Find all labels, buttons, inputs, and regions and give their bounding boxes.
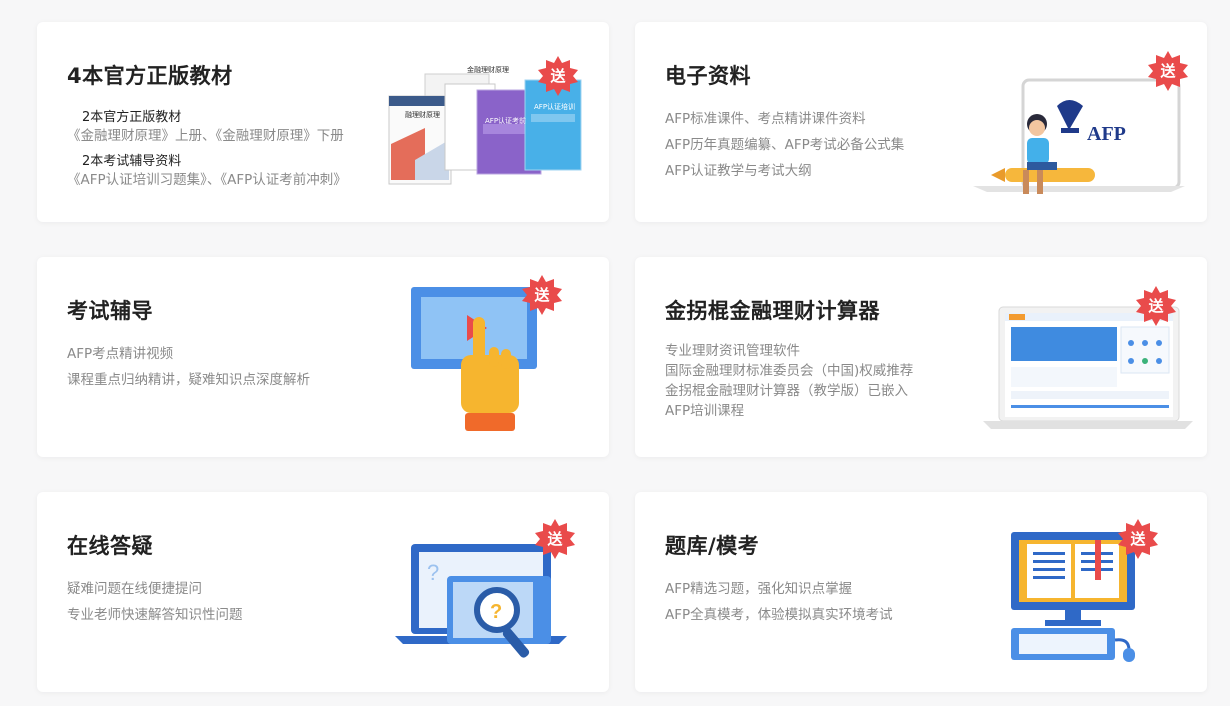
card-line: 专业理财资讯管理软件	[665, 343, 800, 359]
item-heading: 2本考试辅导资料	[82, 154, 182, 169]
book-title: 金融理财原理	[467, 66, 509, 74]
card-electronic-materials[interactable]: 电子资料 AFP标准课件、考点精讲课件资料 AFP历年真题编纂、AFP考试必备公…	[635, 22, 1207, 222]
card-lines: AFP考点精讲视频 课程重点归纳精讲，疑难知识点深度解析	[67, 341, 310, 393]
card-line: 国际金融理财标准委员会（中国)权威推荐	[665, 363, 914, 379]
card-calculator[interactable]: 金拐棍金融理财计算器 专业理财资讯管理软件 国际金融理财标准委员会（中国)权威推…	[635, 257, 1207, 457]
card-line: AFP认证教学与考试大纲	[665, 163, 812, 179]
card-line: 金拐棍金融理财计算器（教学版）已嵌入	[665, 383, 908, 399]
card-line: AFP标准课件、考点精讲课件资料	[665, 111, 866, 127]
item-text: 《金融理财原理》上册、《金融理财原理》下册	[67, 128, 344, 144]
card-line: 课程重点归纳精讲，疑难知识点深度解析	[67, 372, 310, 388]
book-title: AFP认证培训习题集	[534, 103, 576, 111]
gift-badge: 送	[1135, 285, 1177, 327]
card-lines: AFP精选习题，强化知识点掌握 AFP全真模考，体验模拟真实环境考试	[665, 576, 893, 628]
item-text: 《AFP认证培训习题集》、《AFP认证考前冲刺》	[67, 172, 347, 188]
book-title: 融理财原理	[405, 111, 440, 119]
card-line: AFP全真模考，体验模拟真实环境考试	[665, 607, 893, 623]
card-title: 在线答疑	[67, 534, 153, 558]
svg-text:?: ?	[427, 560, 439, 585]
card-line: 专业老师快速解答知识性问题	[67, 607, 243, 623]
card-textbooks[interactable]: 4本官方正版教材 2本官方正版教材 《金融理财原理》上册、《金融理财原理》下册 …	[37, 22, 609, 222]
badge-label: 送	[534, 286, 550, 304]
card-lines: 疑难问题在线便捷提问 专业老师快速解答知识性问题	[67, 576, 243, 628]
card-title: 考试辅导	[67, 299, 153, 323]
card-online-qa[interactable]: 在线答疑 疑难问题在线便捷提问 专业老师快速解答知识性问题 ? ? 送	[37, 492, 609, 692]
card-lines: AFP标准课件、考点精讲课件资料 AFP历年真题编纂、AFP考试必备公式集 AF…	[665, 106, 904, 184]
gift-badge: 送	[1147, 50, 1189, 92]
card-title: 4本官方正版教材	[67, 64, 233, 88]
card-question-bank[interactable]: 题库/模考 AFP精选习题，强化知识点掌握 AFP全真模考，体验模拟真实环境考试…	[635, 492, 1207, 692]
badge-label: 送	[1148, 297, 1164, 315]
card-line: AFP精选习题，强化知识点掌握	[665, 581, 853, 597]
card-title: 电子资料	[665, 64, 751, 88]
card-lines: 专业理财资讯管理软件 国际金融理财标准委员会（中国)权威推荐 金拐棍金融理财计算…	[665, 341, 913, 421]
book-title: AFP认证考前冲刺	[485, 117, 527, 125]
gift-badge: 送	[537, 55, 579, 97]
gift-badge: 送	[1117, 518, 1159, 560]
gift-badge: 送	[521, 274, 563, 316]
laptop-afp-icon	[973, 78, 1185, 194]
card-title: 金拐棍金融理财计算器	[665, 299, 880, 323]
gift-badge: 送	[534, 518, 576, 560]
badge-label: 送	[547, 530, 563, 548]
card-line: AFP考点精讲视频	[67, 346, 174, 362]
item-heading: 2本官方正版教材	[82, 110, 182, 125]
afp-logo: AFP	[1087, 123, 1126, 145]
card-line: 疑难问题在线便捷提问	[67, 581, 202, 597]
video-touch-icon	[411, 287, 537, 431]
badge-label: 送	[550, 67, 566, 85]
card-line: AFP培训课程	[665, 403, 745, 419]
card-exam-tutoring[interactable]: 考试辅导 AFP考点精讲视频 课程重点归纳精讲，疑难知识点深度解析 送	[37, 257, 609, 457]
card-title: 题库/模考	[665, 534, 760, 558]
card-line: AFP历年真题编纂、AFP考试必备公式集	[665, 137, 905, 153]
badge-label: 送	[1160, 62, 1176, 80]
svg-text:?: ?	[490, 601, 502, 623]
badge-label: 送	[1130, 530, 1146, 548]
question-laptop-icon: ? ?	[395, 544, 567, 658]
